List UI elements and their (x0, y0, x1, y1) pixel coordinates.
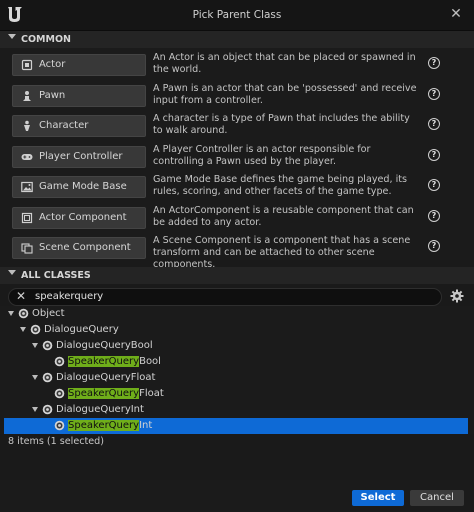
help-icon[interactable]: ? (428, 179, 440, 191)
tree-row-label: DialogueQueryFloat (56, 372, 156, 383)
help-icon[interactable]: ? (428, 88, 440, 100)
image-icon (21, 181, 33, 193)
tree-row-label: Object (32, 308, 65, 319)
collapse-arrow-icon[interactable] (8, 34, 16, 39)
window-close-icon[interactable]: ✕ (448, 6, 464, 22)
tree-row-label-rest: Int (139, 420, 153, 431)
common-class-label: Pawn (39, 90, 66, 101)
class-icon (18, 308, 29, 319)
common-class-description: A character is a type of Pawn that inclu… (153, 113, 410, 136)
common-header-label: COMMON (21, 34, 71, 45)
help-icon[interactable]: ? (428, 57, 440, 69)
common-section-header[interactable]: COMMON (0, 31, 474, 48)
tree-row-label: SpeakerQueryInt (68, 420, 152, 431)
all-classes-section-header[interactable]: ALL CLASSES (0, 267, 474, 284)
common-class-button[interactable]: Player Controller (12, 146, 146, 168)
common-class-row: Actor An Actor is an object that can be p… (0, 52, 474, 78)
class-icon (54, 356, 65, 367)
class-icon (42, 372, 53, 383)
common-class-button[interactable]: Game Mode Base (12, 176, 146, 198)
tree-row-label: DialogueQueryInt (56, 404, 144, 415)
common-class-label: Player Controller (39, 151, 123, 162)
common-class-label: Actor (39, 59, 66, 70)
common-class-button[interactable]: Pawn (12, 85, 146, 107)
tree-row[interactable]: DialogueQueryBool (0, 338, 474, 354)
expand-arrow-icon[interactable] (32, 343, 38, 348)
common-class-row: Scene Component A Scene Component is a co… (0, 235, 474, 270)
common-class-button[interactable]: Actor Component (12, 207, 146, 229)
search-match-highlight: SpeakerQuery (68, 420, 140, 431)
select-button[interactable]: Select (352, 490, 404, 506)
help-icon[interactable]: ? (428, 240, 440, 252)
tree-row-label-rest: Float (139, 388, 164, 399)
common-class-description: A Pawn is an actor that can be 'possesse… (153, 83, 417, 106)
tree-row[interactable]: DialogueQueryFloat (0, 370, 474, 386)
window-title: Pick Parent Class (192, 9, 282, 21)
class-search-input[interactable]: ✕ speakerquery (8, 288, 442, 306)
tree-row-label: SpeakerQueryBool (68, 356, 161, 367)
tree-row-label: DialogueQueryBool (56, 340, 153, 351)
tree-row[interactable]: Object (0, 306, 474, 322)
tree-row-label: SpeakerQueryFloat (68, 388, 164, 399)
actor-icon (21, 59, 33, 71)
common-class-row: Character A character is a type of Pawn t… (0, 113, 474, 139)
class-tree: Object DialogueQuery DialogueQueryBool Spea… (0, 306, 474, 434)
search-input-value[interactable]: speakerquery (35, 291, 103, 302)
expand-arrow-icon[interactable] (32, 375, 38, 380)
class-icon (30, 324, 41, 335)
search-match-highlight: SpeakerQuery (68, 388, 140, 399)
common-class-row: Pawn A Pawn is an actor that can be 'poss… (0, 83, 474, 109)
gamepad-icon (21, 151, 33, 163)
class-icon (42, 340, 53, 351)
help-icon[interactable]: ? (428, 118, 440, 130)
collapse-arrow-icon[interactable] (8, 270, 16, 275)
scene-component-icon (21, 242, 33, 254)
clear-search-icon[interactable]: ✕ (15, 290, 27, 303)
component-icon (21, 212, 33, 224)
expand-arrow-icon[interactable] (32, 407, 38, 412)
settings-gear-icon[interactable] (450, 289, 464, 303)
tree-row[interactable]: SpeakerQueryInt (4, 418, 468, 434)
tree-row[interactable]: DialogueQueryInt (0, 402, 474, 418)
common-class-button[interactable]: Character (12, 115, 146, 137)
pawn-icon (21, 90, 33, 102)
common-class-description: A Player Controller is an actor responsi… (153, 144, 371, 167)
help-icon[interactable]: ? (428, 149, 440, 161)
common-class-description: An Actor is an object that can be placed… (153, 52, 416, 75)
character-icon (21, 120, 33, 132)
common-class-description: A Scene Component is a component that ha… (153, 235, 411, 270)
expand-arrow-icon[interactable] (20, 327, 26, 332)
tree-row-label-rest: Bool (139, 356, 161, 367)
class-icon (54, 388, 65, 399)
item-count-status: 8 items (1 selected) (8, 436, 105, 447)
common-class-label: Game Mode Base (39, 181, 127, 192)
common-class-row: Actor Component An ActorComponent is a re… (0, 205, 474, 231)
tree-row-label: DialogueQuery (44, 324, 119, 335)
common-class-button[interactable]: Scene Component (12, 237, 146, 259)
common-class-label: Actor Component (39, 212, 127, 223)
common-classes-panel: Actor An Actor is an object that can be p… (0, 48, 474, 270)
class-icon (42, 404, 53, 415)
common-class-description: An ActorComponent is a reusable componen… (153, 205, 414, 228)
title-bar: Pick Parent Class ✕ (0, 0, 474, 31)
tree-row[interactable]: SpeakerQueryBool (0, 354, 474, 370)
search-match-highlight: SpeakerQuery (68, 356, 140, 367)
class-icon (54, 420, 65, 431)
tree-row[interactable]: SpeakerQueryFloat (0, 386, 474, 402)
common-class-row: Game Mode Base Game Mode Base defines the… (0, 174, 474, 200)
common-class-description: Game Mode Base defines the game being pl… (153, 174, 408, 197)
expand-arrow-icon[interactable] (8, 311, 14, 316)
all-classes-header-label: ALL CLASSES (21, 270, 91, 281)
common-class-label: Scene Component (39, 242, 131, 253)
common-class-label: Character (39, 120, 89, 131)
cancel-button[interactable]: Cancel (410, 490, 464, 506)
common-class-row: Player Controller A Player Controller is … (0, 144, 474, 170)
common-class-button[interactable]: Actor (12, 54, 146, 76)
tree-row[interactable]: DialogueQuery (0, 322, 474, 338)
help-icon[interactable]: ? (428, 210, 440, 222)
